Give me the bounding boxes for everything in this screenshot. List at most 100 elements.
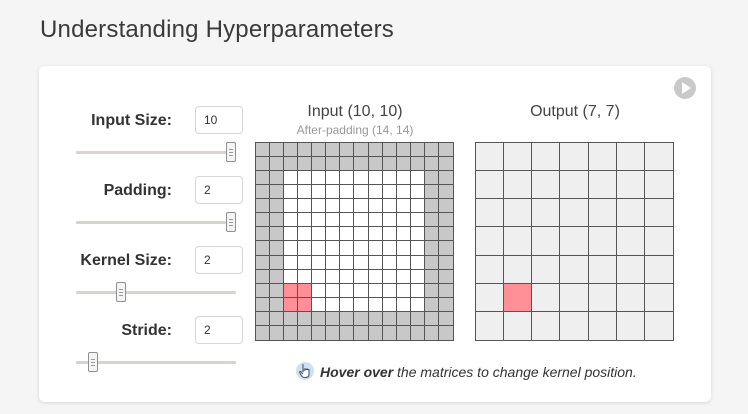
padding-cell[interactable] [284, 143, 299, 158]
input-cell[interactable] [312, 227, 327, 242]
padding-cell[interactable] [368, 143, 383, 158]
padding-cell[interactable] [284, 325, 299, 340]
output-cell[interactable] [476, 143, 505, 172]
input-cell[interactable] [298, 227, 313, 242]
padding-slider-track[interactable] [76, 221, 236, 224]
padding-cell[interactable] [424, 143, 439, 158]
input-cell[interactable] [368, 297, 383, 312]
padding-cell[interactable] [368, 311, 383, 326]
padding-cell[interactable] [270, 255, 285, 270]
output-cell[interactable] [560, 171, 589, 200]
padding-cell[interactable] [438, 171, 453, 186]
input-cell[interactable] [326, 227, 341, 242]
input-cell[interactable] [340, 171, 355, 186]
output-cell[interactable] [476, 283, 505, 312]
padding-cell[interactable] [270, 199, 285, 214]
output-cell[interactable] [644, 143, 673, 172]
input-cell[interactable] [340, 283, 355, 298]
padding-cell[interactable] [256, 171, 271, 186]
input-cell[interactable] [396, 199, 411, 214]
output-cell[interactable] [644, 199, 673, 228]
padding-cell[interactable] [256, 157, 271, 172]
input-cell[interactable] [326, 185, 341, 200]
padding-cell[interactable] [270, 283, 285, 298]
input-cell[interactable] [368, 213, 383, 228]
input-cell[interactable] [312, 255, 327, 270]
padding-cell[interactable] [270, 185, 285, 200]
output-cell[interactable] [616, 311, 645, 340]
input-cell[interactable] [368, 269, 383, 284]
input-cell[interactable] [340, 227, 355, 242]
padding-cell[interactable] [438, 185, 453, 200]
input-size-slider-thumb[interactable] [226, 142, 236, 162]
padding-cell[interactable] [424, 213, 439, 228]
input-cell[interactable] [298, 241, 313, 256]
padding-cell[interactable] [270, 311, 285, 326]
input-cell[interactable] [312, 297, 327, 312]
input-cell[interactable] [312, 199, 327, 214]
input-cell[interactable] [368, 241, 383, 256]
output-cell[interactable] [504, 199, 533, 228]
input-cell[interactable] [396, 213, 411, 228]
input-cell[interactable] [312, 185, 327, 200]
input-matrix[interactable] [255, 142, 454, 341]
input-cell[interactable] [326, 213, 341, 228]
input-cell[interactable] [396, 255, 411, 270]
padding-cell[interactable] [438, 157, 453, 172]
output-cell[interactable] [644, 227, 673, 256]
kernel-cell[interactable] [298, 297, 313, 312]
output-cell[interactable] [588, 311, 617, 340]
input-cell[interactable] [354, 269, 369, 284]
input-cell[interactable] [396, 269, 411, 284]
input-cell[interactable] [410, 241, 425, 256]
input-cell[interactable] [354, 227, 369, 242]
output-cell[interactable] [504, 143, 533, 172]
input-cell[interactable] [340, 213, 355, 228]
padding-cell[interactable] [424, 269, 439, 284]
output-cell[interactable] [532, 199, 561, 228]
input-cell[interactable] [298, 269, 313, 284]
kernel-cell[interactable] [298, 283, 313, 298]
padding-cell[interactable] [354, 157, 369, 172]
padding-slider-thumb[interactable] [226, 212, 236, 232]
kernel-size-slider-track[interactable] [76, 291, 236, 294]
output-cell[interactable] [476, 199, 505, 228]
output-cell[interactable] [588, 199, 617, 228]
padding-field[interactable] [195, 176, 243, 204]
padding-cell[interactable] [410, 143, 425, 158]
output-cell[interactable] [616, 143, 645, 172]
input-cell[interactable] [284, 199, 299, 214]
input-cell[interactable] [396, 283, 411, 298]
padding-cell[interactable] [438, 199, 453, 214]
padding-cell[interactable] [424, 255, 439, 270]
padding-cell[interactable] [424, 297, 439, 312]
padding-cell[interactable] [438, 325, 453, 340]
input-cell[interactable] [410, 171, 425, 186]
input-cell[interactable] [284, 171, 299, 186]
output-cell[interactable] [504, 227, 533, 256]
output-cell[interactable] [560, 283, 589, 312]
input-cell[interactable] [298, 199, 313, 214]
padding-cell[interactable] [438, 241, 453, 256]
output-cell[interactable] [560, 311, 589, 340]
input-cell[interactable] [354, 185, 369, 200]
padding-cell[interactable] [270, 213, 285, 228]
output-cell[interactable] [532, 311, 561, 340]
output-cell[interactable] [532, 283, 561, 312]
input-cell[interactable] [368, 255, 383, 270]
padding-cell[interactable] [326, 325, 341, 340]
input-cell[interactable] [298, 255, 313, 270]
output-cell[interactable] [616, 199, 645, 228]
padding-cell[interactable] [424, 325, 439, 340]
input-size-slider-track[interactable] [76, 151, 236, 154]
padding-cell[interactable] [382, 311, 397, 326]
kernel-cell[interactable] [284, 297, 299, 312]
input-cell[interactable] [410, 269, 425, 284]
input-cell[interactable] [382, 283, 397, 298]
padding-cell[interactable] [312, 143, 327, 158]
input-cell[interactable] [326, 241, 341, 256]
input-cell[interactable] [382, 171, 397, 186]
output-cell[interactable] [616, 227, 645, 256]
output-cell[interactable] [476, 255, 505, 284]
padding-cell[interactable] [368, 157, 383, 172]
